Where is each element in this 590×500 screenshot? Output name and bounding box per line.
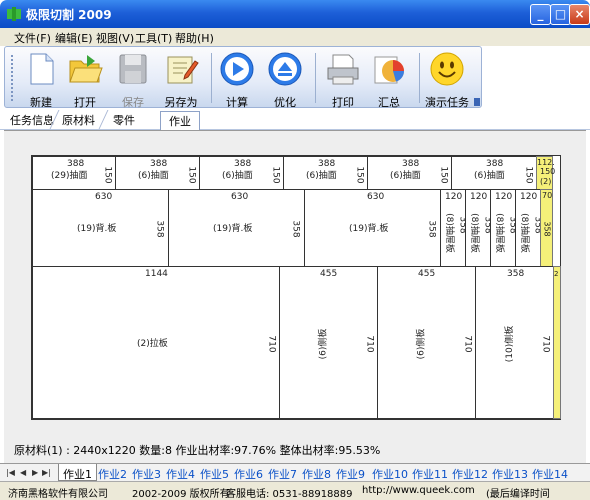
job-tab[interactable]: 作业3 — [128, 464, 165, 481]
smiley-icon — [430, 52, 464, 86]
part-drawer-face[interactable]: 388 (29)抽面 150 — [32, 156, 116, 190]
open-folder-icon — [69, 55, 103, 83]
title-bar: 极限切割 2009 _ □ × — [0, 0, 590, 28]
minimize-button[interactable]: _ — [530, 4, 551, 25]
maximize-button[interactable]: □ — [550, 4, 571, 25]
job-tab[interactable]: 作业9 — [332, 464, 369, 481]
job-tab[interactable]: 作业10 — [368, 464, 412, 481]
part-side-panel[interactable]: 455 (6)侧板 710 — [279, 266, 378, 419]
company-name: 济南黑格软件有限公司 — [8, 489, 108, 500]
status-bar: 济南黑格软件有限公司 2002-2009 版权所有 客服电话: 0531-889… — [0, 481, 590, 500]
website-url: http://www.queek.com — [362, 485, 475, 496]
part-drawer-face[interactable]: 388 (6)抽面 150 — [283, 156, 368, 190]
job-tab[interactable]: 作业5 — [196, 464, 233, 481]
part-drawer-face[interactable]: 388 (6)抽面 150 — [199, 156, 284, 190]
printer-icon — [327, 54, 359, 85]
tab-jobs[interactable]: 作业 — [160, 111, 200, 130]
menu-help[interactable]: 帮助(H) — [175, 30, 214, 46]
raw-sheet: 388 (29)抽面 150 388 (6)抽面 150 388 (6)抽面 1… — [31, 155, 561, 420]
part-side-panel[interactable]: 358 (10)侧板 710 — [475, 266, 554, 419]
first-tab-button[interactable]: |◀ — [6, 468, 15, 477]
app-icon — [7, 7, 21, 21]
menu-bar: 文件(F) 编辑(E) 视图(V) 工具(T) 帮助(H) — [0, 28, 590, 46]
calculate-button[interactable]: 计算 — [211, 49, 263, 109]
window-title: 极限切割 2009 — [26, 8, 112, 22]
material-summary: 原材料(1) : 2440x1220 数量:8 作业出材率:97.76% 整体出… — [14, 444, 381, 457]
save-as-icon — [167, 56, 199, 84]
save-as-button[interactable]: 另存为 — [155, 49, 207, 109]
part-back-panel[interactable]: 630 (19)背.板 358 — [32, 189, 169, 267]
demo-task-button[interactable]: 演示任务 — [421, 49, 473, 109]
scrap-piece[interactable]: 2 — [553, 266, 561, 419]
job-tab[interactable]: 作业12 — [448, 464, 492, 481]
job-tab[interactable]: 作业13 — [488, 464, 532, 481]
job-tab[interactable]: 作业7 — [264, 464, 301, 481]
tab-task-info[interactable]: 任务信息 — [10, 112, 54, 128]
menu-view[interactable]: 视图(V) — [96, 30, 134, 46]
save-button[interactable]: 保存 — [107, 49, 159, 109]
job-tabs: |◀ ◀ ▶ ▶| 作业1 作业2 作业3 作业4 作业5 作业6 作业7 作业… — [0, 463, 590, 481]
toolbar-grip[interactable] — [11, 55, 14, 101]
part-drawer-face[interactable]: 388 (6)抽面 150 — [115, 156, 200, 190]
job-tab[interactable]: 作业1 — [58, 464, 97, 481]
menu-file[interactable]: 文件(F) — [14, 30, 51, 46]
tab-raw-material[interactable]: 原材料 — [62, 112, 95, 128]
job-tab[interactable]: 作业11 — [408, 464, 452, 481]
support-phone: 客服电话: 0531-88918889 — [226, 489, 353, 500]
part-drawer-face[interactable]: 388 (6)抽面 150 — [451, 156, 537, 190]
play-icon — [220, 52, 254, 86]
part-drawer-board[interactable]: 120 (8)抽屉板 358 — [490, 189, 518, 267]
part-drawer-board[interactable]: 120 (8)抽屉板 358 — [465, 189, 493, 267]
build-time: (最后编译时间 — [486, 489, 550, 500]
scrap-piece[interactable]: 112. 150 (2) — [536, 156, 555, 190]
optimize-button[interactable]: 优化 — [259, 49, 311, 109]
eject-icon — [268, 52, 302, 86]
job-tab[interactable]: 作业2 — [94, 464, 131, 481]
summary-button[interactable]: 汇总 — [363, 49, 415, 109]
menu-tools[interactable]: 工具(T) — [135, 30, 172, 46]
prev-tab-button[interactable]: ◀ — [20, 468, 26, 477]
copyright: 2002-2009 版权所有 — [132, 489, 230, 500]
part-pull-board[interactable]: 1144 (2)拉板 710 — [32, 266, 280, 419]
scrap-piece[interactable]: 70 358 — [540, 189, 553, 267]
part-back-panel[interactable]: 630 (19)背.板 358 — [304, 189, 441, 267]
print-button[interactable]: 打印 — [317, 49, 369, 109]
toolbar-overflow-icon[interactable] — [474, 98, 480, 106]
tab-parts[interactable]: 零件 — [113, 112, 135, 128]
menu-edit[interactable]: 编辑(E) — [55, 30, 93, 46]
part-side-panel[interactable]: 455 (6)侧板 710 — [377, 266, 476, 419]
open-button[interactable]: 打开 — [59, 49, 111, 109]
job-tab[interactable]: 作业8 — [298, 464, 335, 481]
part-back-panel[interactable]: 630 (19)背.板 358 — [168, 189, 305, 267]
last-tab-button[interactable]: ▶| — [42, 468, 51, 477]
save-disk-icon — [119, 54, 147, 84]
part-drawer-board[interactable]: 120 (8)抽屉板 358 — [440, 189, 468, 267]
panel-tabs: 任务信息 原材料 零件 作业 — [0, 110, 590, 130]
cutting-canvas: 388 (29)抽面 150 388 (6)抽面 150 388 (6)抽面 1… — [4, 130, 586, 463]
job-tab[interactable]: 作业6 — [230, 464, 267, 481]
job-tab[interactable]: 作业4 — [162, 464, 199, 481]
part-drawer-face[interactable]: 388 (6)抽面 150 — [367, 156, 452, 190]
part-drawer-board[interactable]: 120 (8)抽屉板 358 — [515, 189, 543, 267]
main-toolbar: 新建 打开 保存 另存为 计算 优化 打印 汇总 演示任务 — [4, 46, 482, 109]
close-button[interactable]: × — [569, 4, 590, 25]
job-tab[interactable]: 作业14 — [528, 464, 572, 481]
next-tab-button[interactable]: ▶ — [32, 468, 38, 477]
pie-chart-icon — [374, 56, 404, 84]
new-document-icon — [30, 53, 54, 85]
